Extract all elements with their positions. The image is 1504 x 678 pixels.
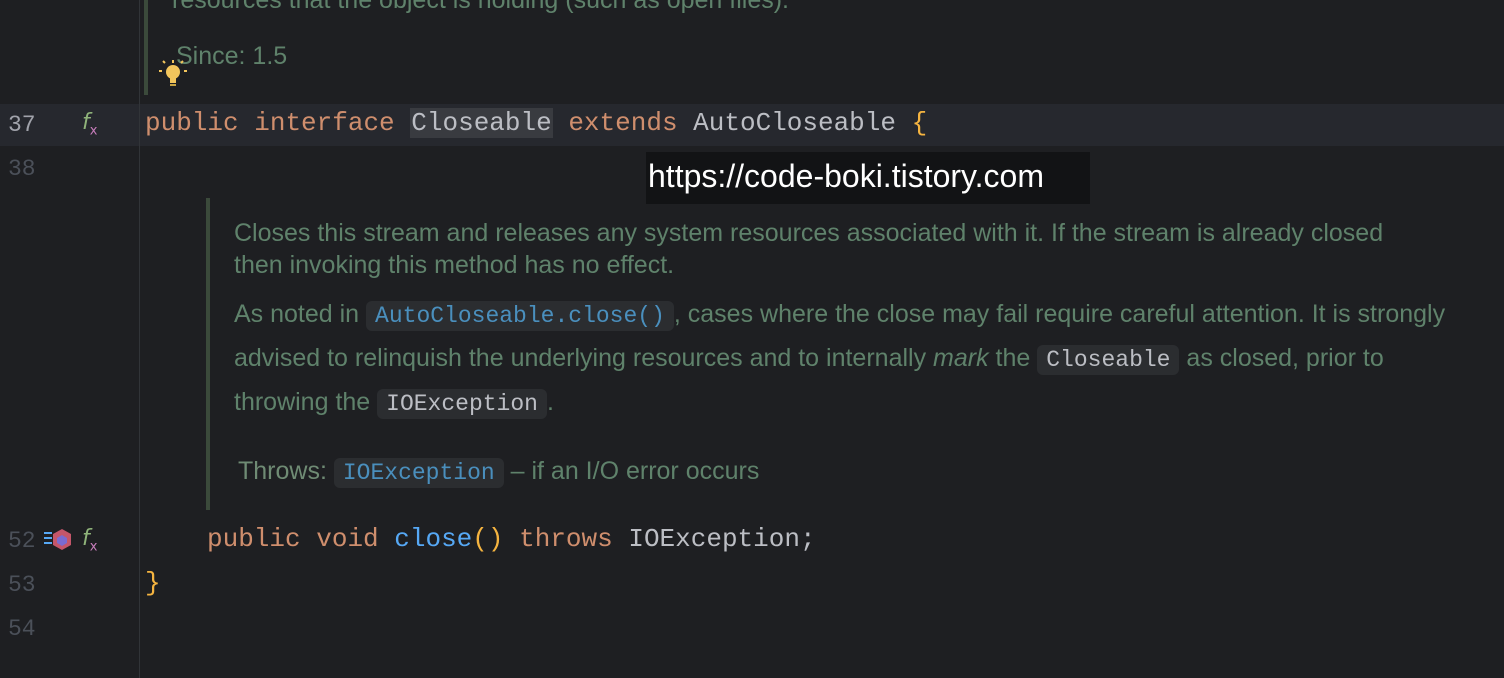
doc-since: Since: 1.5 <box>176 42 288 70</box>
doc-comment-bar <box>144 0 148 95</box>
code-line-52[interactable]: public void close() throws IOException; <box>207 524 816 554</box>
implementation-icon[interactable] <box>44 527 72 553</box>
interface-name[interactable]: Closeable <box>410 108 553 138</box>
code-line-53[interactable]: } <box>145 568 161 598</box>
method-impl-icon[interactable]: fx <box>82 110 97 138</box>
doc-throws: Throws: IOException – if an I/O error oc… <box>238 455 759 489</box>
open-brace: { <box>911 108 928 138</box>
doc-paragraph-1: Closes this stream and releases any syst… <box>234 219 1384 279</box>
gutter-divider <box>139 0 140 678</box>
ioexception-code: IOException <box>377 389 547 419</box>
keyword-public: public <box>207 524 301 554</box>
doc-comment-truncated: resources that the object is holding (su… <box>172 0 790 14</box>
keyword-interface: interface <box>254 108 395 138</box>
throws-desc: – if an I/O error occurs <box>503 457 760 485</box>
keyword-void: void <box>316 524 379 554</box>
watermark-url: https://code-boki.tistory.com <box>646 152 1090 204</box>
keyword-extends: extends <box>568 108 678 138</box>
line-number: 38 <box>8 156 36 182</box>
autocloseable-close-link[interactable]: AutoCloseable.close() <box>366 301 674 331</box>
super-interface[interactable]: AutoCloseable <box>693 108 896 138</box>
doc-emphasis: mark <box>933 344 989 372</box>
line-number: 52 <box>8 528 36 554</box>
line-number: 37 <box>8 112 36 138</box>
closeable-code: Closeable <box>1037 345 1180 375</box>
exception-type[interactable]: IOException; <box>628 524 815 554</box>
parens: () <box>472 524 504 554</box>
doc-text: As noted in <box>234 300 367 328</box>
keyword-public: public <box>145 108 239 138</box>
lightbulb-icon[interactable] <box>157 58 189 90</box>
ioexception-link[interactable]: IOException <box>333 458 504 488</box>
keyword-throws: throws <box>519 524 613 554</box>
close-brace: } <box>145 568 161 598</box>
line-number: 54 <box>8 616 36 642</box>
throws-label: Throws: <box>238 457 327 485</box>
doc-paragraph-2: As noted in AutoCloseable.close(), cases… <box>234 293 1464 425</box>
line-number: 53 <box>8 572 36 598</box>
method-impl-icon[interactable]: fx <box>82 526 97 554</box>
method-name[interactable]: close <box>394 524 472 554</box>
doc-text: the <box>988 344 1038 372</box>
code-line-37[interactable]: public interface Closeable extends AutoC… <box>145 108 927 138</box>
doc-text: . <box>546 388 554 416</box>
